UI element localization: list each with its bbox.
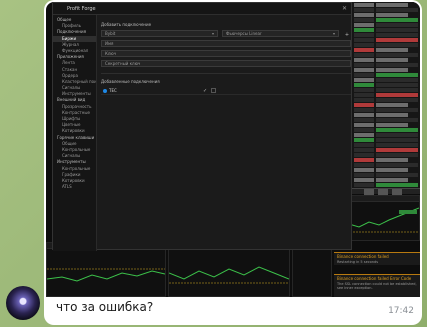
connection-name: ТЕС <box>109 88 117 93</box>
price-chart <box>46 268 166 282</box>
dialog-title: Profit Forge <box>53 3 351 15</box>
checkmark-icon[interactable]: ✓ <box>203 88 211 94</box>
settings-dialog: Profit Forge ✕ Общее Профиль Подключения Би… <box>52 2 352 251</box>
nav-item[interactable]: ATLS <box>53 184 96 190</box>
price-ladder-column <box>374 2 420 188</box>
notification[interactable]: Binance connection failed Restarting in … <box>334 252 420 265</box>
settings-content: Добавить подключение Bybit ▾ Фьючерсы Lin… <box>101 17 351 95</box>
sender-avatar[interactable] <box>6 286 40 320</box>
added-connections-label: Добавленные подключения <box>101 79 160 84</box>
chevron-down-icon: ▾ <box>332 31 335 36</box>
message-bubble[interactable]: Binance connection failed Restarting in … <box>44 0 422 325</box>
exchange-select[interactable]: Bybit ▾ <box>101 30 218 37</box>
chevron-down-icon: ▾ <box>211 31 214 36</box>
add-connection-button[interactable]: + <box>343 32 351 39</box>
add-connection-label: Добавить подключение <box>101 22 152 27</box>
price-chart <box>168 266 290 284</box>
notification-title: Binance connection failed Error Code <box>337 276 412 281</box>
settings-nav: Общее Профиль Подключения Биржи Журнал Функци… <box>53 15 97 251</box>
notification[interactable]: Binance connection failed Error Code The… <box>334 274 420 297</box>
notification-title: Binance connection failed <box>337 254 389 259</box>
secret-field[interactable]: Секретный ключ <box>101 60 351 67</box>
divider <box>101 73 351 74</box>
message-time: 17:42 <box>388 306 414 316</box>
key-field[interactable]: Ключ <box>101 50 351 57</box>
connection-row[interactable]: ТЕС ✓ <box>101 87 351 95</box>
notification-message: Restarting in 5 seconds <box>337 260 379 264</box>
notification-message: The SSL connection could not be establis… <box>337 282 417 290</box>
attached-screenshot[interactable]: Binance connection failed Restarting in … <box>46 2 420 297</box>
name-field[interactable]: Имя <box>101 40 351 47</box>
nav-item[interactable]: Горячие клавиши <box>53 135 96 141</box>
message-text: что за ошибка? <box>56 300 154 314</box>
connection-toggle[interactable] <box>211 88 216 93</box>
market-select[interactable]: Фьючерсы Linear ▾ <box>222 30 339 37</box>
status-dot-icon <box>103 88 107 93</box>
close-icon[interactable]: ✕ <box>342 5 347 12</box>
chart-panel <box>292 242 332 297</box>
chart-panel <box>168 242 290 297</box>
